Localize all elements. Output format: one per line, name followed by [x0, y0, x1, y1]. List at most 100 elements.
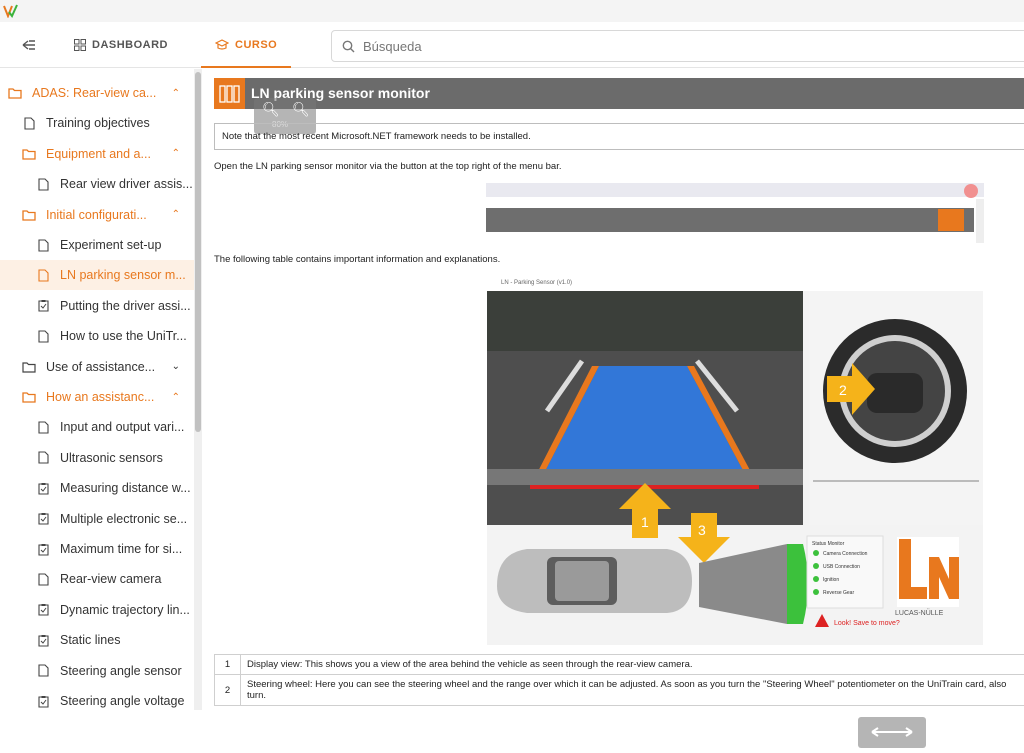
- sidebar-item-label: Measuring distance w...: [60, 481, 194, 495]
- screenshot-window-title: LN - Parking Sensor (v1.0): [487, 275, 983, 291]
- folder-icon: [22, 390, 36, 404]
- sidebar-item[interactable]: Putting the driver assi...: [0, 291, 194, 321]
- sidebar-item[interactable]: Steering angle sensor: [0, 656, 194, 686]
- sidebar-item-label: Maximum time for si...: [60, 542, 194, 556]
- explanation-table: 1Display view: This shows you a view of …: [214, 654, 1024, 706]
- folder-icon: [22, 147, 36, 161]
- menu-bar-image: [486, 183, 984, 243]
- sidebar-item[interactable]: Rear view driver assis...: [0, 169, 194, 199]
- top-navigation: DASHBOARD CURSO Búsqueda: [0, 22, 1024, 68]
- page-title-bar: LN parking sensor monitor: [214, 78, 1024, 109]
- table-row: 2Steering wheel: Here you can see the st…: [215, 675, 1024, 706]
- sidebar-folder[interactable]: Use of assistance...⌄: [0, 352, 194, 382]
- row-description: Steering wheel: Here you can see the ste…: [241, 675, 1024, 706]
- row-number: 2: [215, 675, 241, 706]
- arrow-2-label: 2: [839, 382, 847, 398]
- status-monitor-title: Status Monitor: [812, 541, 845, 547]
- sidebar-item[interactable]: Ultrasonic sensors: [0, 443, 194, 473]
- document-icon: [36, 664, 50, 678]
- tab-curso[interactable]: CURSO: [215, 22, 277, 67]
- sidebar-folder[interactable]: How an assistanc...⌃: [0, 382, 194, 412]
- sidebar-item-label: LN parking sensor m...: [60, 268, 194, 282]
- chevron-up-icon[interactable]: ⌃: [172, 148, 180, 159]
- chevron-down-icon[interactable]: ⌄: [172, 361, 180, 372]
- clipboard-icon: [36, 603, 50, 617]
- course-sidebar: ADAS: Rear-view ca...⌃Training objective…: [0, 69, 194, 710]
- instruction-text: Open the LN parking sensor monitor via t…: [214, 161, 562, 172]
- document-icon: [36, 329, 50, 343]
- chevron-up-icon[interactable]: ⌃: [172, 392, 180, 403]
- info-note: Note that the most recent Microsoft.NET …: [214, 123, 1024, 150]
- search-icon: [342, 40, 355, 53]
- graduation-cap-icon: [215, 39, 229, 51]
- tab-dashboard[interactable]: DASHBOARD: [74, 22, 168, 67]
- zoom-out-icon[interactable]: 🔍︎: [262, 101, 280, 118]
- zoom-in-icon[interactable]: 🔍︎: [292, 101, 310, 118]
- sidebar-item-label: Steering angle sensor: [60, 664, 194, 678]
- chevron-up-icon[interactable]: ⌃: [172, 209, 180, 220]
- clipboard-icon: [36, 633, 50, 647]
- table-row: 1Display view: This shows you a view of …: [215, 655, 1024, 675]
- document-icon: [36, 572, 50, 586]
- sidebar-scroll-thumb[interactable]: [195, 72, 201, 432]
- sidebar-item-label: Experiment set-up: [60, 238, 194, 252]
- sidebar-item-label: How to use the UniTr...: [60, 329, 194, 343]
- chevron-up-icon[interactable]: ⌃: [172, 88, 180, 99]
- sidebar-item[interactable]: How to use the UniTr...: [0, 321, 194, 351]
- sidebar-item-label: Input and output vari...: [60, 420, 194, 434]
- clipboard-icon: [36, 481, 50, 495]
- parking-sensor-screenshot: LN - Parking Sensor (v1.0) 2 1: [487, 275, 983, 645]
- document-icon: [36, 238, 50, 252]
- brand-name: LUCAS-NÜLLE: [895, 609, 944, 617]
- sidebar-item-label: Static lines: [60, 633, 194, 647]
- sidebar-item[interactable]: Training objectives: [0, 108, 194, 138]
- table-intro-text: The following table contains important i…: [214, 254, 500, 265]
- status-led-icon: [813, 589, 819, 595]
- sidebar-folder[interactable]: Equipment and a...⌃: [0, 139, 194, 169]
- status-led-icon: [813, 550, 819, 556]
- sidebar-item[interactable]: Input and output vari...: [0, 412, 194, 442]
- sidebar-item-label: ADAS: Rear-view ca...: [32, 86, 194, 100]
- sidebar-item[interactable]: LN parking sensor m...: [0, 260, 194, 290]
- sidebar-item-label: Rear-view camera: [60, 572, 194, 586]
- sidebar-folder[interactable]: Initial configurati...⌃: [0, 200, 194, 230]
- document-icon: [36, 451, 50, 465]
- sidebar-item[interactable]: Steering angle voltage: [0, 686, 194, 710]
- folder-icon: [8, 86, 22, 100]
- arrow-1-label: 1: [641, 514, 649, 530]
- sidebar-item-label: Rear view driver assis...: [60, 177, 194, 191]
- sidebar-item[interactable]: Maximum time for si...: [0, 534, 194, 564]
- folder-icon: [22, 208, 36, 222]
- books-icon: [214, 78, 245, 109]
- clipboard-icon: [36, 299, 50, 313]
- clipboard-icon: [36, 694, 50, 708]
- page-nav-control[interactable]: [858, 717, 926, 748]
- search-input[interactable]: Búsqueda: [331, 30, 1024, 62]
- sidebar-item-label: Putting the driver assi...: [60, 299, 194, 313]
- app-titlebar: [0, 0, 1024, 22]
- status-item-label: Ignition: [823, 577, 839, 583]
- sidebar-item-label: Training objectives: [46, 116, 194, 130]
- sidebar-item[interactable]: Measuring distance w...: [0, 473, 194, 503]
- main-content: LN parking sensor monitor 🔍︎ 🔍︎ 80% Note…: [202, 69, 1024, 710]
- sidebar-item[interactable]: Static lines: [0, 625, 194, 655]
- clipboard-icon: [36, 512, 50, 526]
- collapse-sidebar-icon[interactable]: [20, 36, 38, 54]
- document-icon: [22, 116, 36, 130]
- sidebar-folder[interactable]: ADAS: Rear-view ca...⌃: [0, 78, 194, 108]
- tab-dashboard-label: DASHBOARD: [92, 39, 168, 51]
- folder-icon: [22, 360, 36, 374]
- status-item-label: Camera Connection: [823, 551, 868, 557]
- sidebar-item-label: Steering angle voltage: [60, 694, 194, 708]
- sidebar-item[interactable]: Rear-view camera: [0, 564, 194, 594]
- sidebar-item[interactable]: Multiple electronic se...: [0, 504, 194, 534]
- status-item-label: Reverse Gear: [823, 590, 854, 596]
- status-led-icon: [813, 563, 819, 569]
- row-description: Display view: This shows you a view of t…: [241, 655, 1024, 675]
- arrow-3-label: 3: [698, 522, 706, 538]
- document-icon: [36, 420, 50, 434]
- sidebar-item[interactable]: Experiment set-up: [0, 230, 194, 260]
- sidebar-item-label: Multiple electronic se...: [60, 512, 194, 526]
- clipboard-icon: [36, 542, 50, 556]
- sidebar-item[interactable]: Dynamic trajectory lin...: [0, 595, 194, 625]
